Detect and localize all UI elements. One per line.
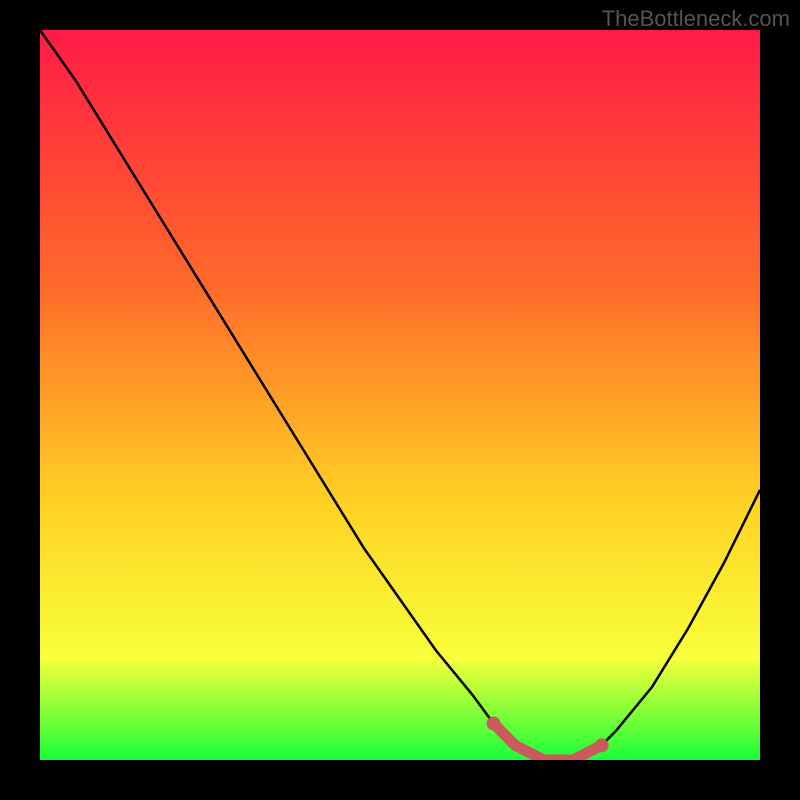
- watermark-text: TheBottleneck.com: [602, 6, 790, 32]
- gradient-background: [40, 30, 760, 760]
- chart-frame: TheBottleneck.com: [0, 0, 800, 800]
- plot-svg: [40, 30, 760, 760]
- bottleneck-plot: [40, 30, 760, 760]
- optimal-range-start-dot: [487, 717, 501, 731]
- optimal-range-end-dot: [595, 738, 609, 752]
